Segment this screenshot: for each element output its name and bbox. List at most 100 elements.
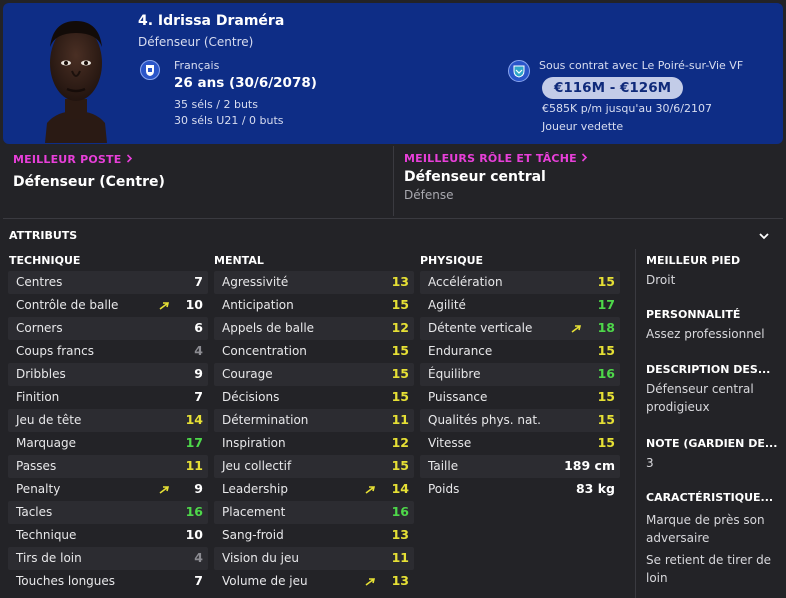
attribute-row[interactable]: Sang-froid 13 xyxy=(214,524,414,547)
attribute-row[interactable]: Vitesse 15 xyxy=(420,432,620,455)
trend-arrow-icon xyxy=(365,578,376,586)
attribute-row[interactable]: Finition 7 xyxy=(8,386,208,409)
attribute-row[interactable]: Tirs de loin 4 xyxy=(8,547,208,570)
best-role-value: Défenseur central xyxy=(404,169,546,185)
attribute-label: Penalty xyxy=(16,482,61,496)
chevron-down-icon[interactable] xyxy=(757,229,771,243)
attribute-label: Marquage xyxy=(16,436,77,450)
attribute-value: 14 xyxy=(185,412,203,427)
personality-block: PERSONNALITÉ Assez professionnel xyxy=(646,308,782,343)
attribute-label: Leadership xyxy=(222,482,288,496)
trend-arrow-icon xyxy=(159,302,170,310)
attribute-row[interactable]: Centres 7 xyxy=(8,271,208,294)
player-trait-item: Marque de près son adversaire xyxy=(646,513,765,545)
attribute-label: Appels de balle xyxy=(222,321,315,335)
attribute-label: Centres xyxy=(16,275,63,289)
attribute-row[interactable]: Penalty 9 xyxy=(8,478,208,501)
attribute-label: Accélération xyxy=(428,275,503,289)
attribute-value: 7 xyxy=(194,573,203,588)
best-position-link[interactable]: MEILLEUR POSTE xyxy=(13,153,133,166)
attribute-value: 10 xyxy=(185,297,203,312)
attribute-value: 12 xyxy=(391,435,409,450)
attribute-row[interactable]: Concentration 15 xyxy=(214,340,414,363)
personality-label: PERSONNALITÉ xyxy=(646,308,741,321)
attribute-row[interactable]: Passes 11 xyxy=(8,455,208,478)
attribute-label: Agilité xyxy=(428,298,466,312)
attribute-row[interactable]: Dribbles 9 xyxy=(8,363,208,386)
attribute-value: 15 xyxy=(391,389,409,404)
attribute-label: Technique xyxy=(16,528,77,542)
attribute-row[interactable]: Technique 10 xyxy=(8,524,208,547)
attribute-row[interactable]: Volume de jeu 13 xyxy=(214,570,414,593)
attribute-label: Anticipation xyxy=(222,298,294,312)
attribute-row[interactable]: Agressivité 13 xyxy=(214,271,414,294)
best-position-role-panel: MEILLEUR POSTE Défenseur (Centre) MEILLE… xyxy=(3,146,783,216)
attribute-row[interactable]: Leadership 14 xyxy=(214,478,414,501)
attribute-label: Concentration xyxy=(222,344,307,358)
transfer-value-badge[interactable]: €116M - €126M xyxy=(542,77,684,99)
attribute-row[interactable]: Jeu de tête 14 xyxy=(8,409,208,432)
attribute-row[interactable]: Inspiration 12 xyxy=(214,432,414,455)
attribute-value: 7 xyxy=(194,389,203,404)
squad-status: Joueur vedette xyxy=(542,120,624,133)
attribute-row[interactable]: Équilibre 16 xyxy=(420,363,620,386)
attribute-value: 10 xyxy=(185,527,203,542)
attribute-value: 189 cm xyxy=(564,458,615,473)
contract-club[interactable]: Sous contrat avec Le Poiré-sur-Vie VF xyxy=(539,59,743,72)
attributes-title: ATTRIBUTS xyxy=(9,229,78,242)
attribute-row[interactable]: Jeu collectif 15 xyxy=(214,455,414,478)
preferred-foot-value: Droit xyxy=(646,273,676,287)
attribute-row[interactable]: Marquage 17 xyxy=(8,432,208,455)
attribute-row[interactable]: Taille 189 cm xyxy=(420,455,620,478)
goalkeeper-rating-block: NOTE (GARDIEN DE... 3 xyxy=(646,437,782,472)
attribute-row[interactable]: Poids 83 kg xyxy=(420,478,620,501)
attribute-row[interactable]: Coups francs 4 xyxy=(8,340,208,363)
attribute-value: 15 xyxy=(391,343,409,358)
attribute-row[interactable]: Décisions 15 xyxy=(214,386,414,409)
player-position: Défenseur (Centre) xyxy=(138,35,254,49)
personality-value: Assez professionnel xyxy=(646,327,765,341)
attribute-label: Corners xyxy=(16,321,63,335)
attribute-row[interactable]: Tacles 16 xyxy=(8,501,208,524)
attribute-value: 16 xyxy=(391,504,409,519)
attribute-row[interactable]: Courage 15 xyxy=(214,363,414,386)
attribute-row[interactable]: Agilité 17 xyxy=(420,294,620,317)
attribute-label: Endurance xyxy=(428,344,493,358)
attribute-label: Finition xyxy=(16,390,60,404)
attribute-row[interactable]: Détermination 11 xyxy=(214,409,414,432)
attribute-label: Tacles xyxy=(16,505,53,519)
attribute-label: Passes xyxy=(16,459,57,473)
attribute-row[interactable]: Endurance 15 xyxy=(420,340,620,363)
player-traits-label: CARACTÉRISTIQUE... xyxy=(646,491,774,504)
attribute-label: Jeu collectif xyxy=(222,459,292,473)
best-role-label: MEILLEURS RÔLE ET TÂCHE xyxy=(404,152,577,165)
attribute-value: 15 xyxy=(597,389,615,404)
attribute-label: Coups francs xyxy=(16,344,94,358)
best-position-section[interactable]: MEILLEUR POSTE Défenseur (Centre) xyxy=(3,146,391,216)
attribute-row[interactable]: Placement 16 xyxy=(214,501,414,524)
attribute-row[interactable]: Vision du jeu 11 xyxy=(214,547,414,570)
attribute-value: 12 xyxy=(391,320,409,335)
media-description-label: DESCRIPTION DES... xyxy=(646,363,771,376)
attribute-row[interactable]: Accélération 15 xyxy=(420,271,620,294)
attribute-value: 15 xyxy=(597,435,615,450)
mental-heading: MENTAL xyxy=(214,254,264,267)
attribute-row[interactable]: Détente verticale 18 xyxy=(420,317,620,340)
attribute-value: 15 xyxy=(391,366,409,381)
attribute-row[interactable]: Corners 6 xyxy=(8,317,208,340)
attribute-row[interactable]: Contrôle de balle 10 xyxy=(8,294,208,317)
attribute-label: Détermination xyxy=(222,413,309,427)
best-role-section[interactable]: MEILLEURS RÔLE ET TÂCHE Défenseur centra… xyxy=(393,146,783,216)
attribute-label: Placement xyxy=(222,505,286,519)
attribute-row[interactable]: Puissance 15 xyxy=(420,386,620,409)
attribute-row[interactable]: Appels de balle 12 xyxy=(214,317,414,340)
best-position-label: MEILLEUR POSTE xyxy=(13,153,122,166)
attribute-row[interactable]: Touches longues 7 xyxy=(8,570,208,593)
attribute-value: 17 xyxy=(597,297,615,312)
france-federation-badge-icon[interactable] xyxy=(140,60,160,80)
attribute-row[interactable]: Anticipation 15 xyxy=(214,294,414,317)
best-role-link[interactable]: MEILLEURS RÔLE ET TÂCHE xyxy=(404,152,588,165)
club-crest-icon[interactable] xyxy=(508,60,530,82)
attribute-row[interactable]: Qualités phys. nat. 15 xyxy=(420,409,620,432)
attribute-label: Inspiration xyxy=(222,436,286,450)
